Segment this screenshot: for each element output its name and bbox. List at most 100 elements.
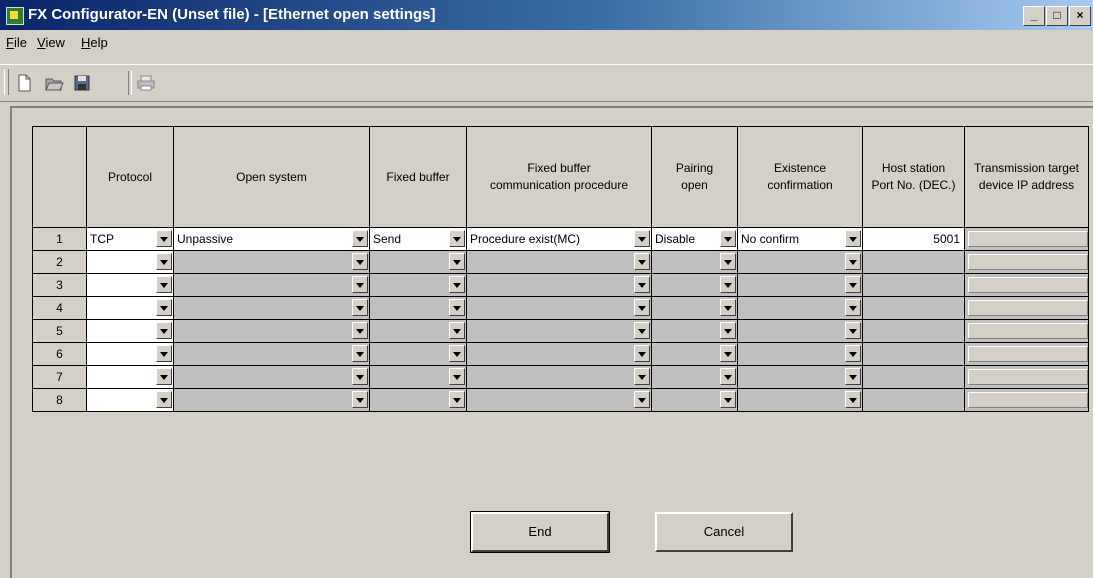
chevron-down-icon [352,276,368,293]
host-port-input[interactable]: 5001 [862,227,965,251]
toolbar-separator [128,71,132,95]
pairing-open-select [651,250,738,274]
existence-select [737,273,863,297]
chevron-down-icon [720,345,736,362]
protocol-select[interactable] [86,319,174,343]
target-ip-field [964,273,1089,297]
host-port-input [862,296,965,320]
chevron-down-icon [720,391,736,408]
maximize-button[interactable]: □ [1046,6,1068,26]
table-row: 3 [32,273,1089,297]
toolbar-grip[interactable] [4,69,9,95]
chevron-down-icon[interactable] [156,276,172,293]
chevron-down-icon[interactable] [634,230,650,247]
window-controls: _ □ × [1022,6,1091,26]
chevron-down-icon[interactable] [720,230,736,247]
target-ip-field [964,296,1089,320]
protocol-select[interactable]: TCP [86,227,174,251]
chevron-down-icon [720,368,736,385]
menu-view[interactable]: View [37,35,65,50]
open-system-select [173,388,370,412]
row-number: 3 [32,273,87,297]
new-file-icon[interactable] [14,73,34,93]
chevron-down-icon[interactable] [156,230,172,247]
chevron-down-icon[interactable] [156,299,172,316]
close-button[interactable]: × [1069,6,1091,26]
table-row: 7 [32,365,1089,389]
chevron-down-icon[interactable] [156,391,172,408]
row-number-header [32,126,87,228]
target-ip-header: Transmission target device IP address [964,126,1089,228]
settings-table: Protocol Open system Fixed buffer Fixed … [32,126,1089,412]
target-ip-field [964,342,1089,366]
title-bar: FX Configurator-EN (Unset file) - [Ether… [0,0,1093,30]
menu-help[interactable]: Help [81,35,108,50]
cancel-button[interactable]: Cancel [655,512,793,552]
open-system-select[interactable]: Unpassive [173,227,370,251]
save-icon[interactable] [72,73,92,93]
row-number: 5 [32,319,87,343]
protocol-header: Protocol [86,126,174,228]
fixed-buffer-select[interactable]: Send [369,227,467,251]
chevron-down-icon [720,253,736,270]
chevron-down-icon[interactable] [156,368,172,385]
open-system-header: Open system [173,126,370,228]
open-folder-icon[interactable] [44,73,64,93]
existence-select [737,365,863,389]
chevron-down-icon [449,253,465,270]
row-number: 7 [32,365,87,389]
chevron-down-icon [449,368,465,385]
chevron-down-icon[interactable] [845,230,861,247]
table-row: 4 [32,296,1089,320]
ethernet-open-settings-panel: Protocol Open system Fixed buffer Fixed … [10,106,1093,578]
open-system-select [173,273,370,297]
protocol-select[interactable] [86,342,174,366]
chevron-down-icon [845,391,861,408]
procedure-select [466,273,652,297]
window-title: FX Configurator-EN (Unset file) - [Ether… [28,6,436,23]
host-port-input [862,388,965,412]
target-ip-field [964,388,1089,412]
row-number: 8 [32,388,87,412]
pairing-open-select[interactable]: Disable [651,227,738,251]
procedure-select[interactable]: Procedure exist(MC) [466,227,652,251]
chevron-down-icon [449,276,465,293]
end-button[interactable]: End [470,511,610,553]
minimize-button[interactable]: _ [1023,6,1045,26]
chevron-down-icon [352,345,368,362]
row-number: 1 [32,227,87,251]
existence-select[interactable]: No confirm [737,227,863,251]
table-header-row: Protocol Open system Fixed buffer Fixed … [32,126,1089,228]
chevron-down-icon [845,276,861,293]
fixed-buffer-select [369,342,467,366]
protocol-select[interactable] [86,273,174,297]
host-port-header: Host station Port No. (DEC.) [862,126,965,228]
pairing-open-select [651,365,738,389]
chevron-down-icon [634,345,650,362]
protocol-select[interactable] [86,365,174,389]
protocol-select[interactable] [86,296,174,320]
chevron-down-icon[interactable] [156,322,172,339]
chevron-down-icon[interactable] [352,230,368,247]
chevron-down-icon [720,299,736,316]
toolbar [0,64,1093,102]
chevron-down-icon [352,368,368,385]
fixed-buffer-select [369,319,467,343]
protocol-select[interactable] [86,388,174,412]
pairing-open-select [651,342,738,366]
chevron-down-icon [720,322,736,339]
target-ip-field [964,250,1089,274]
chevron-down-icon [720,276,736,293]
chevron-down-icon[interactable] [156,253,172,270]
procedure-select [466,365,652,389]
chevron-down-icon [845,345,861,362]
fixed-buffer-select [369,365,467,389]
chevron-down-icon[interactable] [156,345,172,362]
chevron-down-icon [449,322,465,339]
menu-file[interactable]: File [6,35,27,50]
chevron-down-icon [449,345,465,362]
chevron-down-icon[interactable] [449,230,465,247]
pairing-open-select [651,388,738,412]
protocol-select[interactable] [86,250,174,274]
table-row: 2 [32,250,1089,274]
